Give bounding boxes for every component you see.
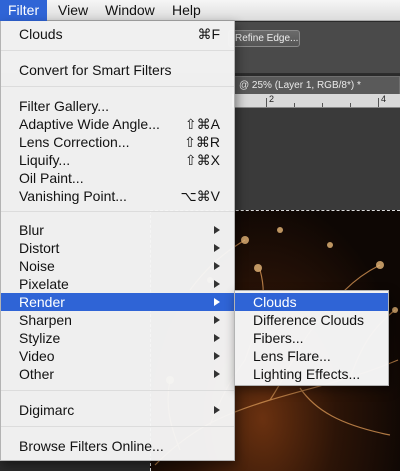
- ruler-tick: [378, 98, 379, 107]
- separator: [1, 50, 234, 51]
- menu-item-render[interactable]: Render: [1, 293, 234, 311]
- refine-edge-button[interactable]: Refine Edge...: [228, 30, 300, 47]
- menu-item-label: Adaptive Wide Angle...: [19, 116, 160, 132]
- menu-item-pixelate[interactable]: Pixelate: [1, 275, 234, 293]
- menu-item-label: Noise: [19, 258, 55, 274]
- menu-item-noise[interactable]: Noise: [1, 257, 234, 275]
- filter-menu: Clouds ⌘F Convert for Smart Filters Filt…: [0, 21, 235, 461]
- document-tab[interactable]: @ 25% (Layer 1, RGB/8*) *: [232, 76, 400, 94]
- menu-item-adaptive-wide-angle[interactable]: Adaptive Wide Angle... ⇧⌘A: [1, 115, 234, 133]
- menu-item-lens-correction[interactable]: Lens Correction... ⇧⌘R: [1, 133, 234, 151]
- menu-item-label: Browse Filters Online...: [19, 438, 164, 454]
- submenu-item-difference-clouds[interactable]: Difference Clouds: [235, 311, 388, 329]
- menu-item-label: Oil Paint...: [19, 170, 84, 186]
- menu-item-label: Liquify...: [19, 152, 71, 168]
- menu-item-label: Clouds: [19, 26, 63, 42]
- separator: [1, 426, 234, 427]
- render-submenu: Clouds Difference Clouds Fibers... Lens …: [234, 290, 389, 386]
- shortcut: ⌘F: [197, 26, 220, 42]
- menu-item-label: Pixelate: [19, 276, 69, 292]
- submenu-item-label: Clouds: [253, 294, 297, 310]
- submenu-item-clouds[interactable]: Clouds: [235, 293, 388, 311]
- ruler-tick: [322, 103, 323, 107]
- menu-item-digimarc[interactable]: Digimarc: [1, 401, 234, 419]
- menu-item-label: Distort: [19, 240, 60, 256]
- ruler-label: 4: [381, 94, 387, 104]
- menu-item-browse-filters-online[interactable]: Browse Filters Online...: [1, 437, 234, 455]
- menu-item-label: Digimarc: [19, 402, 75, 418]
- submenu-arrow-icon: [214, 334, 220, 342]
- submenu-item-label: Lens Flare...: [253, 348, 331, 364]
- submenu-arrow-icon: [214, 262, 220, 270]
- separator: [1, 86, 234, 87]
- menu-item-label: Lens Correction...: [19, 134, 130, 150]
- menu-item-video[interactable]: Video: [1, 347, 234, 365]
- submenu-arrow-icon: [214, 352, 220, 360]
- separator: [1, 211, 234, 212]
- menu-item-vanishing-point[interactable]: Vanishing Point... ⌥⌘V: [1, 187, 234, 205]
- separator: [1, 390, 234, 391]
- ruler-label: 2: [269, 94, 275, 104]
- shortcut: ⇧⌘X: [184, 152, 220, 168]
- ruler-tick: [294, 103, 295, 107]
- submenu-item-label: Difference Clouds: [253, 312, 365, 328]
- menu-item-blur[interactable]: Blur: [1, 221, 234, 239]
- shortcut: ⇧⌘R: [184, 134, 220, 150]
- menu-item-label: Stylize: [19, 330, 61, 346]
- submenu-item-lighting-effects[interactable]: Lighting Effects...: [235, 365, 388, 383]
- submenu-arrow-icon: [214, 406, 220, 414]
- submenu-arrow-icon: [214, 280, 220, 288]
- submenu-arrow-icon: [214, 370, 220, 378]
- menu-item-label: Blur: [19, 222, 44, 238]
- ruler-tick: [266, 98, 267, 107]
- menu-item-label: Video: [19, 348, 55, 364]
- submenu-arrow-icon: [214, 226, 220, 234]
- menu-item-label: Other: [19, 366, 55, 382]
- menu-filter[interactable]: Filter: [0, 0, 48, 21]
- menu-item-last-filter-clouds[interactable]: Clouds ⌘F: [1, 25, 234, 43]
- menu-item-filter-gallery[interactable]: Filter Gallery...: [1, 97, 234, 115]
- menu-item-oil-paint[interactable]: Oil Paint...: [1, 169, 234, 187]
- menu-help[interactable]: Help: [164, 0, 209, 21]
- menu-item-liquify[interactable]: Liquify... ⇧⌘X: [1, 151, 234, 169]
- menu-item-stylize[interactable]: Stylize: [1, 329, 234, 347]
- menu-item-distort[interactable]: Distort: [1, 239, 234, 257]
- menu-item-label: Convert for Smart Filters: [19, 62, 172, 78]
- submenu-arrow-icon: [214, 244, 220, 252]
- submenu-item-lens-flare[interactable]: Lens Flare...: [235, 347, 388, 365]
- menu-bar: Filter View Window Help: [0, 0, 400, 21]
- horizontal-ruler: 2 4: [232, 94, 400, 108]
- ruler-tick: [350, 103, 351, 107]
- submenu-item-fibers[interactable]: Fibers...: [235, 329, 388, 347]
- menu-window[interactable]: Window: [97, 0, 163, 21]
- shortcut: ⌥⌘V: [180, 188, 220, 204]
- menu-item-other[interactable]: Other: [1, 365, 234, 383]
- menu-item-label: Vanishing Point...: [19, 188, 127, 204]
- submenu-arrow-icon: [214, 298, 220, 306]
- submenu-item-label: Lighting Effects...: [253, 366, 361, 382]
- menu-item-sharpen[interactable]: Sharpen: [1, 311, 234, 329]
- menu-item-label: Filter Gallery...: [19, 98, 109, 114]
- menu-view[interactable]: View: [50, 0, 96, 21]
- menu-item-convert-smart-filters[interactable]: Convert for Smart Filters: [1, 61, 234, 79]
- shortcut: ⇧⌘A: [184, 116, 220, 132]
- menu-item-label: Render: [19, 294, 65, 310]
- submenu-arrow-icon: [214, 316, 220, 324]
- submenu-item-label: Fibers...: [253, 330, 304, 346]
- menu-item-label: Sharpen: [19, 312, 72, 328]
